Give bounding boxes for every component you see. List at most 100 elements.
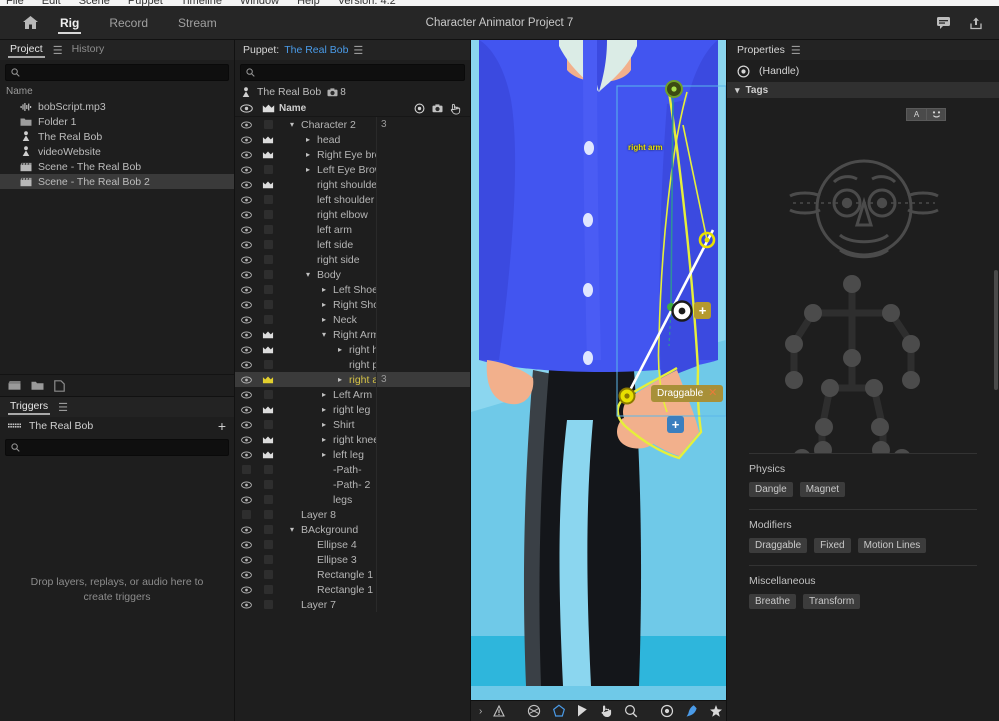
layer-crown-toggle[interactable] [257,480,279,489]
layer-row[interactable]: ▾ BAckground [235,522,470,537]
layer-name-cell[interactable]: ▾ Character 2 [279,119,376,131]
canvas-toolbar[interactable]: › [471,700,773,721]
layer-twirl-icon[interactable]: ▸ [303,165,313,174]
layer-row[interactable]: left shoulder [235,192,470,207]
layer-row[interactable]: ▸ right knee [235,432,470,447]
tab-record[interactable]: Record [107,6,150,39]
layer-row[interactable]: ▸ left leg [235,447,470,462]
layer-name-cell[interactable]: ▸ Right Shoe [279,299,376,311]
triggers-search-input[interactable] [24,442,223,453]
layer-visibility-toggle[interactable] [235,151,257,159]
layer-row[interactable]: ▸ head [235,132,470,147]
layer-visibility-toggle[interactable] [235,316,257,324]
layer-visibility-toggle[interactable] [235,271,257,279]
puppet-root-row[interactable]: The Real Bob 8 [235,83,470,101]
layer-crown-toggle[interactable] [257,255,279,264]
layer-visibility-toggle[interactable] [235,346,257,354]
project-item-scene-the-real-bob-2[interactable]: Scene - The Real Bob 2 [0,174,234,189]
project-search-input[interactable] [24,67,223,78]
layer-crown-toggle[interactable] [257,495,279,504]
project-item-scene-the-real-bob[interactable]: Scene - The Real Bob [0,159,234,174]
layer-visibility-toggle[interactable] [235,510,257,519]
plus-badge-body[interactable]: + [667,416,684,433]
puppet-panel-menu-icon[interactable]: ☰ [353,44,363,57]
layer-visibility-toggle[interactable] [235,541,257,549]
face-and-body-tag-diagram[interactable] [727,98,999,453]
layer-name-cell[interactable]: ▸ Left Arm [279,389,376,401]
warning-icon[interactable] [493,705,506,717]
layer-crown-toggle[interactable] [257,451,279,459]
layer-crown-toggle[interactable] [257,225,279,234]
layer-name-cell[interactable]: ▸ head [279,134,376,146]
layer-visibility-toggle[interactable] [235,331,257,339]
close-icon[interactable]: ✕ [708,388,717,399]
layer-visibility-toggle[interactable] [235,601,257,609]
tag-figure-area[interactable]: A [727,98,999,453]
layer-visibility-toggle[interactable] [235,586,257,594]
layer-visibility-toggle[interactable] [235,376,257,384]
layer-crown-toggle[interactable] [257,585,279,594]
chip-dangle[interactable]: Dangle [749,482,793,497]
layer-row[interactable]: Ellipse 4 [235,537,470,552]
layer-name-cell[interactable]: ▸ right leg [279,404,376,416]
layer-crown-toggle[interactable] [257,420,279,429]
layer-row[interactable]: ▾ Body [235,267,470,282]
layer-visibility-toggle[interactable] [235,451,257,459]
shape-tool-icon[interactable] [552,704,566,718]
home-icon[interactable] [20,14,40,32]
layer-twirl-icon[interactable]: ▸ [319,315,329,324]
layer-twirl-icon[interactable]: ▾ [319,330,329,339]
layer-name-cell[interactable]: -Path- [279,464,376,476]
layer-row[interactable]: left arm [235,222,470,237]
properties-panel-header[interactable]: Properties ☰ [727,40,999,60]
project-item-folder-1[interactable]: Folder 1 [0,114,234,129]
triggers-puppet-row[interactable]: The Real Bob + [0,417,234,435]
properties-panel-menu-icon[interactable]: ☰ [791,44,801,57]
layer-twirl-icon[interactable]: ▸ [319,390,329,399]
rotate-tool-icon[interactable] [527,704,541,718]
layer-twirl-icon[interactable]: ▸ [319,285,329,294]
layer-row[interactable]: ▸ Shirt [235,417,470,432]
layer-crown-toggle[interactable] [257,600,279,609]
layer-crown-toggle[interactable] [257,165,279,174]
layer-visibility-toggle[interactable] [235,496,257,504]
mode-tabs[interactable]: Rig Record Stream [58,6,219,39]
project-search-bar[interactable] [5,64,229,81]
layer-crown-toggle[interactable] [257,465,279,474]
layer-visibility-toggle[interactable] [235,406,257,414]
layer-crown-toggle[interactable] [257,240,279,249]
comment-icon[interactable] [936,16,951,29]
chip-fixed[interactable]: Fixed [814,538,851,553]
puppet-panel-name[interactable]: The Real Bob [284,44,348,56]
layer-crown-toggle[interactable] [257,525,279,534]
layer-row[interactable]: ▸ right arm3 [235,372,470,387]
layer-row[interactable]: ▸ right leg [235,402,470,417]
layer-name-cell[interactable]: -Path- 2 [279,479,376,491]
stick-tool-icon[interactable] [709,704,723,718]
layer-visibility-toggle[interactable] [235,421,257,429]
layer-crown-toggle[interactable] [257,406,279,414]
layer-name-cell[interactable]: left arm [279,224,376,236]
tag-chip-draggable[interactable]: Draggable ✕ [651,385,724,402]
layer-name-cell[interactable]: ▸ Right Eye brow [279,149,376,161]
layer-crown-toggle[interactable] [257,270,279,279]
layer-crown-toggle[interactable] [257,120,279,129]
layer-row[interactable]: -Path- [235,462,470,477]
tab-triggers[interactable]: Triggers [7,400,51,415]
project-panel-tabs[interactable]: Project ☰ History [0,40,234,60]
layer-name-cell[interactable]: ▸ Left Shoe [279,284,376,296]
layer-row[interactable]: ▸ Left Arm [235,387,470,402]
layer-name-cell[interactable]: ▸ right knee [279,434,376,446]
layer-visibility-toggle[interactable] [235,241,257,249]
layer-visibility-toggle[interactable] [235,465,257,474]
add-trigger-icon[interactable]: + [218,419,226,433]
share-icon[interactable] [969,16,983,30]
layer-twirl-icon[interactable]: ▾ [303,270,313,279]
layer-name-cell[interactable]: Ellipse 3 [279,554,376,566]
layer-row[interactable]: Ellipse 3 [235,552,470,567]
layer-twirl-icon[interactable]: ▸ [319,435,329,444]
tab-rig[interactable]: Rig [58,6,82,39]
layer-twirl-icon[interactable]: ▸ [319,405,329,414]
layer-name-cell[interactable]: right pocket [279,359,376,371]
layer-row[interactable]: Rectangle 1 [235,582,470,597]
